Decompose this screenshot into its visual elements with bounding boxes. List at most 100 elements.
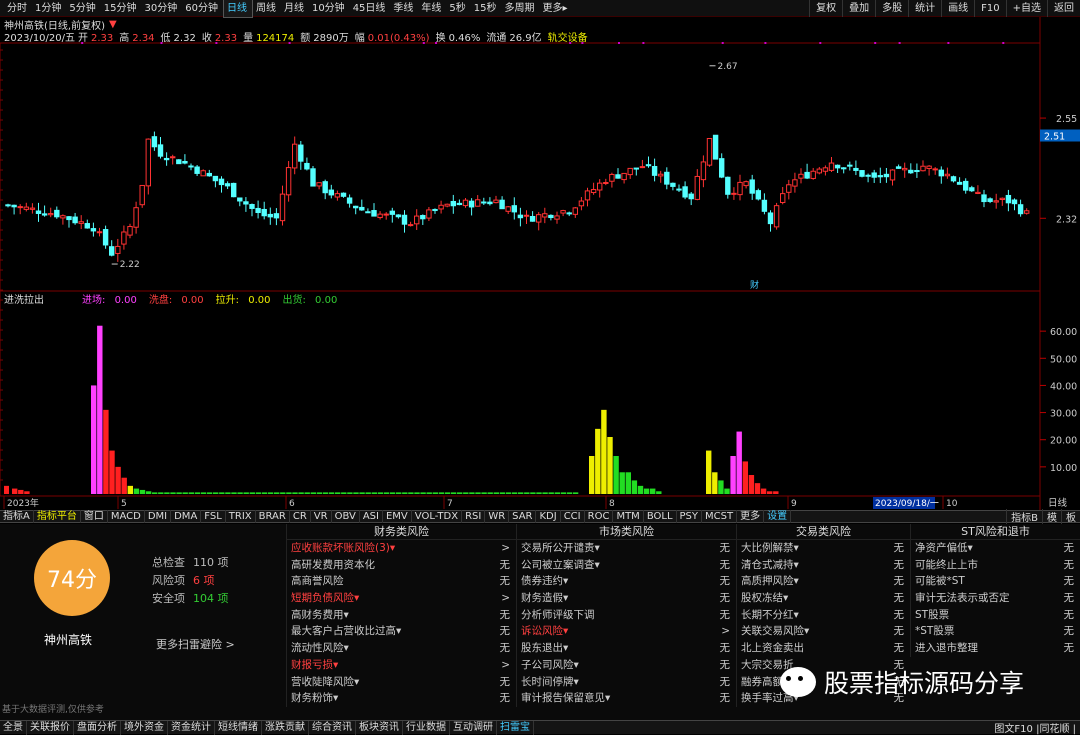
indicator-tab-22[interactable]: BOLL	[644, 510, 677, 523]
candle-body	[548, 214, 554, 219]
risk-row[interactable]: 北上资金卖出 无	[737, 640, 910, 657]
risk-item-name: 长时间停牌▾	[521, 675, 579, 688]
risk-row[interactable]: 可能终止上市 无	[911, 557, 1080, 574]
risk-row[interactable]: 短期负债风险▾ >	[287, 590, 516, 607]
risk-row[interactable]: 高质押风险▾ 无	[737, 573, 910, 590]
indicator-tab-20[interactable]: ROC	[585, 510, 614, 523]
indicator-bar	[426, 492, 432, 494]
indicator-tab-15[interactable]: RSI	[462, 510, 486, 523]
indicator-tab-23[interactable]: PSY	[677, 510, 703, 523]
risk-row[interactable]: 财报亏损▾ >	[287, 657, 516, 674]
risk-row[interactable]: 审计无法表示或否定 无	[911, 590, 1080, 607]
kline-chart[interactable]: 2.55 2.51 2.32 2.67 2.22 财 60.00 50.00 40.00 30.0…	[0, 0, 1080, 520]
risk-item-value: 无	[893, 575, 905, 588]
risk-row[interactable]: 长时间停牌▾ 无	[517, 674, 736, 691]
bottom-nav-7[interactable]: 综合资讯	[309, 720, 356, 735]
indicator-tab-5[interactable]: DMA	[171, 510, 202, 523]
indicator-bar	[625, 472, 631, 494]
indicator-tab-14[interactable]: VOL-TDX	[412, 510, 463, 523]
indicator-tab-24[interactable]: MCST	[702, 510, 738, 523]
bottom-nav-4[interactable]: 资金统计	[168, 720, 215, 735]
candle-body	[920, 165, 926, 172]
bottom-nav-6[interactable]: 涨跌贡献	[262, 720, 309, 735]
indicator-tab-13[interactable]: EMV	[383, 510, 412, 523]
bottom-nav-9[interactable]: 行业数据	[403, 720, 450, 735]
risk-row[interactable]: 诉讼风险▾ >	[517, 623, 736, 640]
indicator-bar	[4, 485, 9, 494]
indicator-tab-17[interactable]: SAR	[509, 510, 537, 523]
more-scan-link[interactable]: 更多扫雷避险 >	[156, 636, 235, 652]
indicator-tab-4[interactable]: DMI	[145, 510, 172, 523]
event-dot	[569, 42, 572, 44]
bottom-nav-5[interactable]: 短线情绪	[215, 720, 262, 735]
indicator-tab-3[interactable]: MACD	[108, 510, 145, 523]
risk-row[interactable]: 财务造假▾ 无	[517, 590, 736, 607]
indicator-tab-1[interactable]: 指标平台	[34, 510, 81, 523]
risk-row[interactable]: 债券违约▾ 无	[517, 573, 736, 590]
risk-row[interactable]: 高研发费用资本化 无	[287, 557, 516, 574]
risk-row[interactable]: 高财务费用▾ 无	[287, 607, 516, 624]
indicator-tab-12[interactable]: ASI	[360, 510, 383, 523]
indicator-bar	[200, 492, 207, 494]
indicator-tab-9[interactable]: CR	[290, 510, 311, 523]
risk-row[interactable]: 子公司风险▾ 无	[517, 657, 736, 674]
risk-row[interactable]: 公司被立案调查▾ 无	[517, 557, 736, 574]
risk-item-value: >	[501, 592, 510, 605]
risk-row[interactable]: 股东退出▾ 无	[517, 640, 736, 657]
risk-row[interactable]: 股权冻结▾ 无	[737, 590, 910, 607]
indicator-tab-26[interactable]: 设置	[764, 510, 792, 523]
risk-row[interactable]: 高商誉风险 无	[287, 573, 516, 590]
tabs-right-2[interactable]: 板	[1061, 509, 1080, 524]
risk-row[interactable]: 关联交易风险▾ 无	[737, 623, 910, 640]
indicator-tab-25[interactable]: 更多	[737, 510, 765, 523]
candle-body	[963, 180, 969, 191]
indicator-bar	[613, 456, 619, 494]
risk-row[interactable]: 交易所公开谴责▾ 无	[517, 540, 736, 557]
tabs-right-0[interactable]: 指标B	[1006, 509, 1042, 524]
x-tick-label: 9	[791, 499, 797, 509]
indicator-tab-10[interactable]: VR	[311, 510, 332, 523]
risk-row[interactable]: *ST股票 无	[911, 623, 1080, 640]
candle-body	[578, 200, 585, 207]
indicator-tab-7[interactable]: TRIX	[226, 510, 256, 523]
bottom-nav-8[interactable]: 板块资讯	[356, 720, 403, 735]
risk-row[interactable]: ST股票 无	[911, 607, 1080, 624]
candle-body	[243, 201, 249, 205]
candle-body	[17, 206, 23, 209]
indicator-tab-0[interactable]: 指标A	[0, 510, 34, 523]
indicator-tab-19[interactable]: CCI	[561, 510, 585, 523]
indicator-bar	[231, 492, 237, 494]
bottom-nav-right[interactable]: 图文F10 |同花顺 |	[994, 720, 1080, 735]
bottom-nav-10[interactable]: 互动调研	[450, 720, 497, 735]
risk-row[interactable]: 营收陡降风险▾ 无	[287, 674, 516, 691]
risk-row[interactable]: 审计报告保留意见▾ 无	[517, 690, 736, 707]
bottom-nav-3[interactable]: 境外资金	[121, 720, 168, 735]
risk-row[interactable]: 大比例解禁▾ 无	[737, 540, 910, 557]
bottom-nav-0[interactable]: 全景	[0, 720, 27, 735]
risk-row[interactable]: 最大客户占营收比过高▾ 无	[287, 623, 516, 640]
indicator-tab-16[interactable]: WR	[485, 510, 510, 523]
bottom-nav-2[interactable]: 盘面分析	[74, 720, 121, 735]
bottom-nav-11[interactable]: 扫雷宝	[497, 720, 534, 735]
tabs-right-1[interactable]: 模	[1042, 509, 1061, 524]
risk-row[interactable]: 分析师评级下调 无	[517, 607, 736, 624]
risk-row[interactable]: 清仓式减持▾ 无	[737, 557, 910, 574]
risk-row[interactable]: 流动性风险▾ 无	[287, 640, 516, 657]
indicator-tab-21[interactable]: MTM	[613, 510, 644, 523]
risk-column-0: 财务类风险 应收账款坏账风险(3)▾ > 高研发费用资本化无高商誉风险无短期负债风险▾…	[286, 524, 516, 707]
risk-row[interactable]: 财务粉饰▾ 无	[287, 690, 516, 707]
indicator-tab-6[interactable]: FSL	[201, 510, 226, 523]
indicator-tab-18[interactable]: KDJ	[536, 510, 561, 523]
risk-row[interactable]: 净资产偏低▾ 无	[911, 540, 1080, 557]
indicator-bar	[219, 492, 225, 494]
risk-row[interactable]: 长期不分红▾ 无	[737, 607, 910, 624]
risk-row[interactable]: 可能被*ST 无	[911, 573, 1080, 590]
indicator-tab-2[interactable]: 窗口	[81, 510, 108, 523]
indicator-tab-11[interactable]: OBV	[332, 510, 360, 523]
risk-row[interactable]: 应收账款坏账风险(3)▾ >	[287, 540, 516, 557]
bottom-nav-1[interactable]: 关联报价	[27, 720, 74, 735]
risk-row[interactable]: 进入退市整理 无	[911, 640, 1080, 657]
indicator-bar	[396, 492, 402, 494]
candle-body	[475, 199, 481, 207]
indicator-tab-8[interactable]: BRAR	[256, 510, 290, 523]
